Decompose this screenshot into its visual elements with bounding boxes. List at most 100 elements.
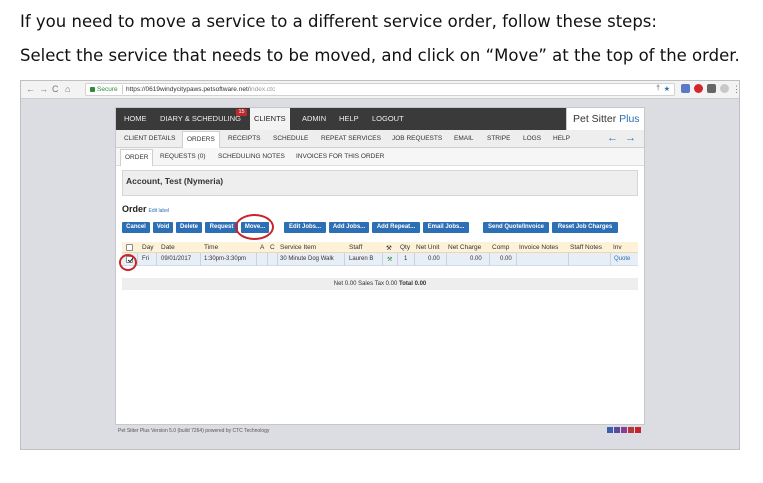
column-divider xyxy=(446,253,447,266)
row-highlight-circle xyxy=(119,254,137,271)
theme-swatch-blue[interactable] xyxy=(607,427,613,433)
delete-button[interactable]: Delete xyxy=(176,222,202,233)
tab-help[interactable]: HELP xyxy=(553,135,570,142)
client-tabs: CLIENT DETAILS ORDERS RECEIPTS SCHEDULE … xyxy=(116,130,644,148)
move-highlight-circle xyxy=(235,214,274,240)
cell-comp: 0.00 xyxy=(500,256,512,262)
cell-inv-quote[interactable]: Quote xyxy=(614,256,630,262)
col-time: Time xyxy=(204,244,219,251)
email-jobs-button[interactable]: Email Jobs... xyxy=(423,222,469,233)
omnibox-divider xyxy=(122,85,123,94)
home-icon[interactable]: ⌂ xyxy=(65,84,70,95)
nav-diary-scheduling[interactable]: DIARY & SCHEDULING xyxy=(160,114,241,123)
tab-order[interactable]: ORDER xyxy=(120,149,154,166)
camera-icon[interactable] xyxy=(707,84,716,93)
brand-logo: Pet Sitter Plus xyxy=(566,108,644,130)
column-divider xyxy=(267,253,268,266)
col-qty: Qty xyxy=(400,244,411,251)
cell-qty: 1 xyxy=(404,256,408,262)
col-net-charge: Net Charge xyxy=(448,244,482,251)
address-bar[interactable]: Secure https://0619windycitypaws.petsoft… xyxy=(85,83,675,96)
cell-day: Fri xyxy=(142,256,149,262)
profile-icon[interactable] xyxy=(720,84,729,93)
send-quote-invoice-button[interactable]: Send Quote/Invoice xyxy=(483,222,549,233)
back-icon[interactable]: ← xyxy=(26,84,35,95)
nav-logout[interactable]: LOGOUT xyxy=(372,114,404,123)
column-divider xyxy=(382,253,383,266)
secure-label: Secure xyxy=(97,86,118,93)
tab-stripe[interactable]: STRIPE xyxy=(487,135,510,142)
main-nav: HOME DIARY & SCHEDULING 15 CLIENTS ADMIN… xyxy=(116,108,644,130)
url-text: https://0619windycitypaws.petsoftware.ne… xyxy=(126,86,275,93)
tab-schedule[interactable]: SCHEDULE xyxy=(273,135,308,142)
column-divider xyxy=(156,253,157,266)
add-jobs-button[interactable]: Add Jobs... xyxy=(329,222,369,233)
column-divider xyxy=(200,253,201,266)
wrench-icon[interactable]: ⚒ xyxy=(387,256,392,263)
nav-clients[interactable]: CLIENTS xyxy=(250,108,290,130)
column-divider xyxy=(256,253,257,266)
tab-requests[interactable]: REQUESTS (0) xyxy=(160,153,206,160)
nav-help[interactable]: HELP xyxy=(339,114,359,123)
notification-badge: 15 xyxy=(236,109,247,116)
table-row[interactable]: Fri 09/01/2017 1:30pm-3:30pm 30 Minute D… xyxy=(122,253,638,266)
col-a: A xyxy=(260,244,265,251)
col-net-unit: Net Unit xyxy=(416,244,440,251)
tab-invoices-for-order[interactable]: INVOICES FOR THIS ORDER xyxy=(296,153,384,160)
void-button[interactable]: Void xyxy=(153,222,173,233)
order-label: Order xyxy=(122,204,147,214)
totals-total: Total 0.00 xyxy=(399,281,427,287)
theme-swatch-red[interactable] xyxy=(628,427,634,433)
reload-icon[interactable]: C xyxy=(52,84,59,95)
column-divider xyxy=(414,253,415,266)
prev-next-arrows-icon[interactable]: ← → xyxy=(607,132,638,144)
tab-scheduling-notes[interactable]: SCHEDULING NOTES xyxy=(218,153,285,160)
browser-menu-icon[interactable]: ⋮ xyxy=(732,84,739,95)
nav-admin[interactable]: ADMIN xyxy=(302,114,326,123)
column-divider xyxy=(277,253,278,266)
col-staff-notes: Staff Notes xyxy=(570,244,603,251)
col-c: C xyxy=(270,244,275,251)
theme-swatch-indigo[interactable] xyxy=(614,427,620,433)
reset-job-charges-button[interactable]: Reset Job Charges xyxy=(552,222,618,233)
account-title: Account, Test (Nymeria) xyxy=(122,170,638,196)
tab-repeat-services[interactable]: REPEAT SERVICES xyxy=(321,135,381,142)
tab-orders[interactable]: ORDERS xyxy=(182,131,220,148)
instruction-line-1: If you need to move a service to a diffe… xyxy=(20,12,657,31)
forward-icon[interactable]: → xyxy=(39,84,48,95)
theme-swatch-purple[interactable] xyxy=(621,427,627,433)
col-invoice-notes: Invoice Notes xyxy=(519,244,559,251)
col-service-item: Service Item xyxy=(280,244,317,251)
tab-receipts[interactable]: RECEIPTS xyxy=(228,135,261,142)
browser-toolbar: ← → C ⌂ Secure https://0619windycitypaws… xyxy=(21,81,739,99)
column-divider xyxy=(489,253,490,266)
extension-icon[interactable] xyxy=(681,84,690,93)
totals-tax: Sales Tax 0.00 xyxy=(358,281,398,287)
adblock-icon[interactable] xyxy=(694,84,703,93)
edit-label-link[interactable]: Edit label xyxy=(149,208,170,214)
col-day: Day xyxy=(142,244,154,251)
cell-time: 1:30pm-3:30pm xyxy=(204,256,247,262)
tab-client-details[interactable]: CLIENT DETAILS xyxy=(124,135,175,142)
select-all-checkbox[interactable] xyxy=(126,244,133,251)
order-totals: Net 0.00 Sales Tax 0.00 Total 0.00 xyxy=(122,278,638,290)
version-footer: Pet Sitter Plus Version 5.0 (build 7264)… xyxy=(118,428,270,434)
tab-job-requests[interactable]: JOB REQUESTS xyxy=(392,135,442,142)
request-button[interactable]: Request xyxy=(205,222,238,233)
edit-jobs-button[interactable]: Edit Jobs... xyxy=(284,222,326,233)
lock-icon xyxy=(90,87,95,92)
theme-swatch-crimson[interactable] xyxy=(635,427,641,433)
cancel-button[interactable]: Cancel xyxy=(122,222,150,233)
tab-logs[interactable]: LOGS xyxy=(523,135,541,142)
nav-home[interactable]: HOME xyxy=(124,114,147,123)
key-icon[interactable]: † xyxy=(656,85,660,92)
tab-email[interactable]: EMAIL xyxy=(454,135,474,142)
screenshot-frame: ← → C ⌂ Secure https://0619windycitypaws… xyxy=(20,80,740,450)
star-icon[interactable]: ★ xyxy=(664,85,670,93)
url-path: index.ctc xyxy=(249,86,276,93)
column-divider xyxy=(610,253,611,266)
add-repeat-button[interactable]: Add Repeat... xyxy=(372,222,420,233)
col-tool-icon: ⚒ xyxy=(386,245,392,252)
col-comp: Comp xyxy=(492,244,510,251)
column-divider xyxy=(344,253,345,266)
